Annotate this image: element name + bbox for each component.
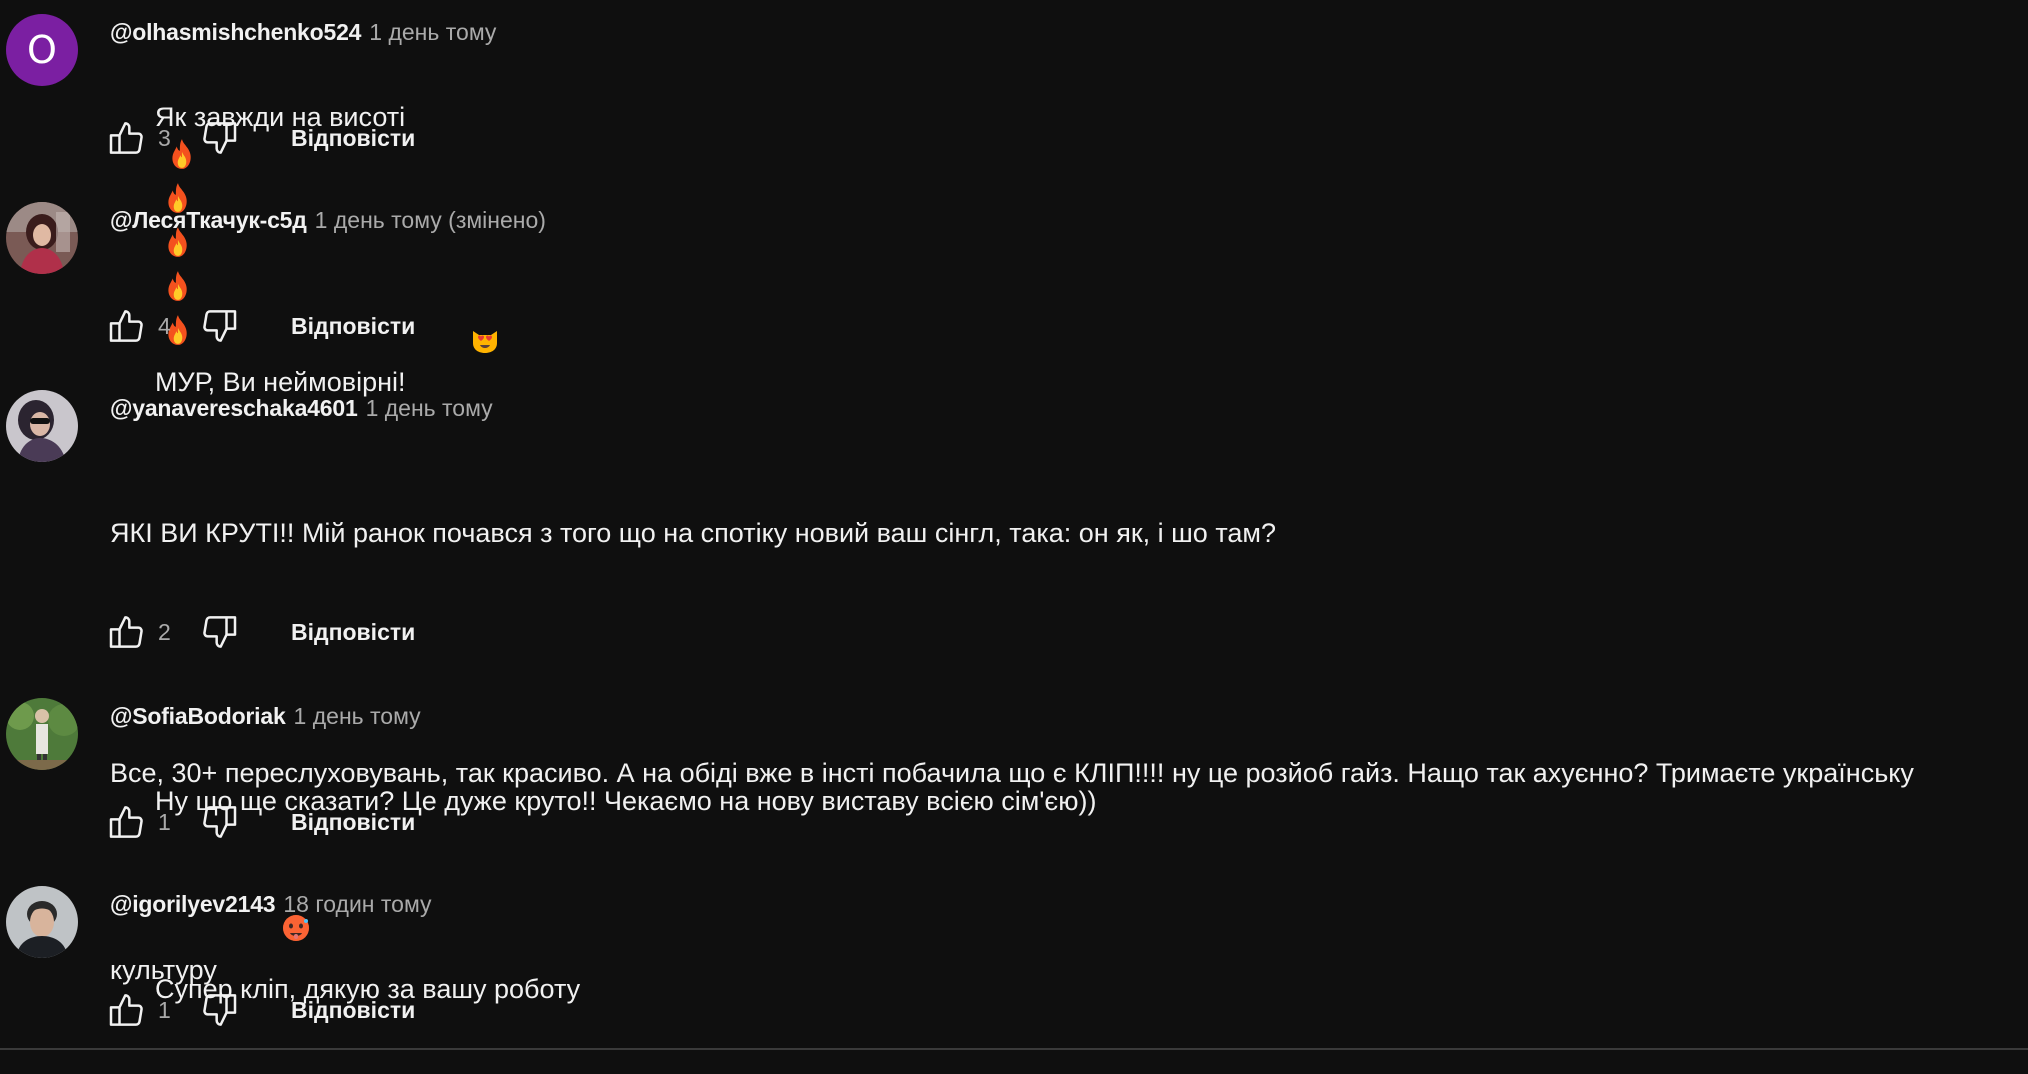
thumbs-up-icon [106, 306, 146, 346]
person-in-garden-avatar [6, 698, 78, 770]
dislike-button[interactable] [200, 118, 240, 158]
reply-button[interactable]: Відповісти [291, 802, 415, 842]
comment-time[interactable]: 1 день тому (змінено) [315, 207, 546, 233]
comment-time[interactable]: 18 годин тому [283, 891, 431, 917]
thumbs-up-icon [106, 612, 146, 652]
reply-button[interactable]: Відповісти [291, 612, 415, 652]
author-name[interactable]: @olhasmishchenko524 [110, 19, 361, 45]
comment-text: Супер кліп, дякую за вашу роботу [110, 929, 2010, 1049]
like-count: 2 [158, 619, 171, 645]
reply-button[interactable]: Відповісти [291, 118, 415, 158]
dislike-button[interactable] [200, 802, 240, 842]
like-button[interactable] [106, 990, 146, 1030]
man-portrait-avatar [6, 886, 78, 958]
thumbs-up-icon [106, 118, 146, 158]
comment-text: Ну що ще сказати? Це дуже круто!! Чекаєм… [110, 741, 2010, 861]
author-name[interactable]: @ЛесяТкачук-с5д [110, 207, 307, 233]
like-button[interactable] [106, 118, 146, 158]
author-name[interactable]: @yanavereschaka4601 [110, 395, 358, 421]
like-button[interactable] [106, 306, 146, 346]
reply-button[interactable]: Відповісти [291, 306, 415, 346]
avatar[interactable] [6, 698, 78, 770]
comment-header: @SofiaBodoriak 1 день тому [110, 701, 421, 731]
comments-list: O @olhasmishchenko524 1 день тому Як завж… [0, 0, 2028, 1054]
comment-header: @olhasmishchenko524 1 день тому [110, 17, 496, 47]
heart-eyes-cat-emoji [410, 285, 500, 406]
like-button[interactable] [106, 802, 146, 842]
avatar-letter: O [27, 28, 57, 72]
dislike-button[interactable] [200, 306, 240, 346]
like-count: 1 [158, 809, 171, 835]
like-count: 3 [158, 125, 171, 151]
comment-header: @igorilyev2143 18 годин тому [110, 889, 432, 919]
comment-header: @yanavereschaka4601 1 день тому [110, 393, 493, 423]
avatar[interactable]: O [6, 14, 78, 86]
avatar[interactable] [6, 886, 78, 958]
thumbs-down-icon [200, 306, 240, 346]
dislike-button[interactable] [200, 990, 240, 1030]
thumbs-up-icon [106, 802, 146, 842]
author-name[interactable]: @igorilyev2143 [110, 891, 276, 917]
reply-button[interactable]: Відповісти [291, 990, 415, 1030]
comment-header: @ЛесяТкачук-с5д 1 день тому (змінено) [110, 205, 546, 235]
thumbs-down-icon [200, 612, 240, 652]
divider [0, 1048, 2028, 1050]
like-count: 4 [158, 313, 171, 339]
thumbs-down-icon [200, 802, 240, 842]
like-count: 1 [158, 997, 171, 1023]
woman-portrait-avatar [6, 202, 78, 274]
comment-time[interactable]: 1 день тому [294, 703, 421, 729]
comment-time[interactable]: 1 день тому [366, 395, 493, 421]
dislike-button[interactable] [200, 612, 240, 652]
author-name[interactable]: @SofiaBodoriak [110, 703, 286, 729]
thumbs-up-icon [106, 990, 146, 1030]
like-button[interactable] [106, 612, 146, 652]
thumbs-down-icon [200, 118, 240, 158]
avatar[interactable] [6, 202, 78, 274]
thumbs-down-icon [200, 990, 240, 1030]
avatar[interactable] [6, 390, 78, 462]
comment-time[interactable]: 1 день тому [369, 19, 496, 45]
comment-text-line: ЯКІ ВИ КРУТІ!! Мій ранок почався з того … [110, 518, 1276, 548]
fire-emoji [169, 138, 195, 181]
woman-sunglasses-avatar [6, 390, 78, 462]
